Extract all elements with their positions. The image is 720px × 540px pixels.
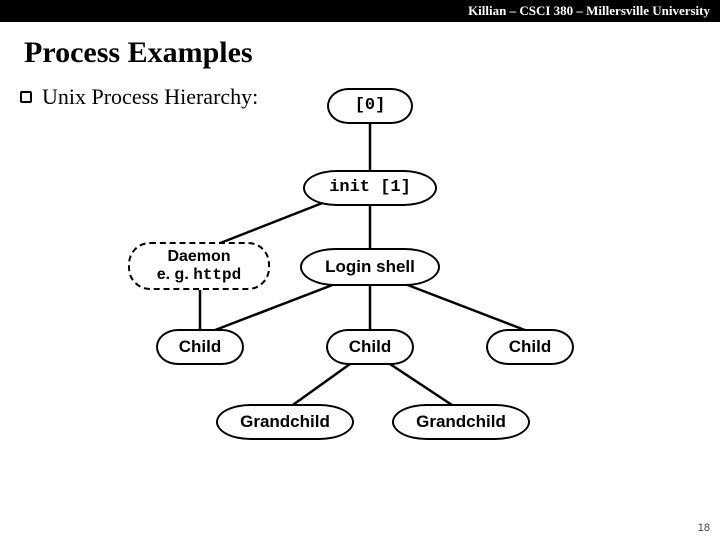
node-grandchild-1: Grandchild <box>216 404 354 440</box>
node-login-label: Login shell <box>325 258 415 277</box>
node-daemon: Daemon e. g. httpd <box>128 242 270 290</box>
node-grandchild-2: Grandchild <box>392 404 530 440</box>
node-child-2-label: Child <box>349 338 392 357</box>
node-daemon-eg: e. g. <box>157 266 193 283</box>
node-daemon-line2: e. g. httpd <box>157 266 241 285</box>
node-root-label: [0] <box>355 97 386 116</box>
node-daemon-line1: Daemon <box>167 248 230 266</box>
node-child-1-label: Child <box>179 338 222 357</box>
slide-header: Killian – CSCI 380 – Millersville Univer… <box>0 0 720 22</box>
node-daemon-httpd: httpd <box>193 266 241 284</box>
node-child-1: Child <box>156 329 244 365</box>
process-hierarchy-diagram: [0] init [1] Daemon e. g. httpd Login sh… <box>0 74 720 434</box>
node-login-shell: Login shell <box>300 248 440 286</box>
node-child-3: Child <box>486 329 574 365</box>
node-init-label: init [1] <box>329 179 411 198</box>
page-number: 18 <box>698 522 710 534</box>
node-root: [0] <box>327 88 413 124</box>
node-init: init [1] <box>303 170 437 206</box>
node-child-3-label: Child <box>509 338 552 357</box>
node-grandchild-2-label: Grandchild <box>416 413 506 432</box>
slide-title: Process Examples <box>0 22 720 78</box>
node-child-2: Child <box>326 329 414 365</box>
node-grandchild-1-label: Grandchild <box>240 413 330 432</box>
